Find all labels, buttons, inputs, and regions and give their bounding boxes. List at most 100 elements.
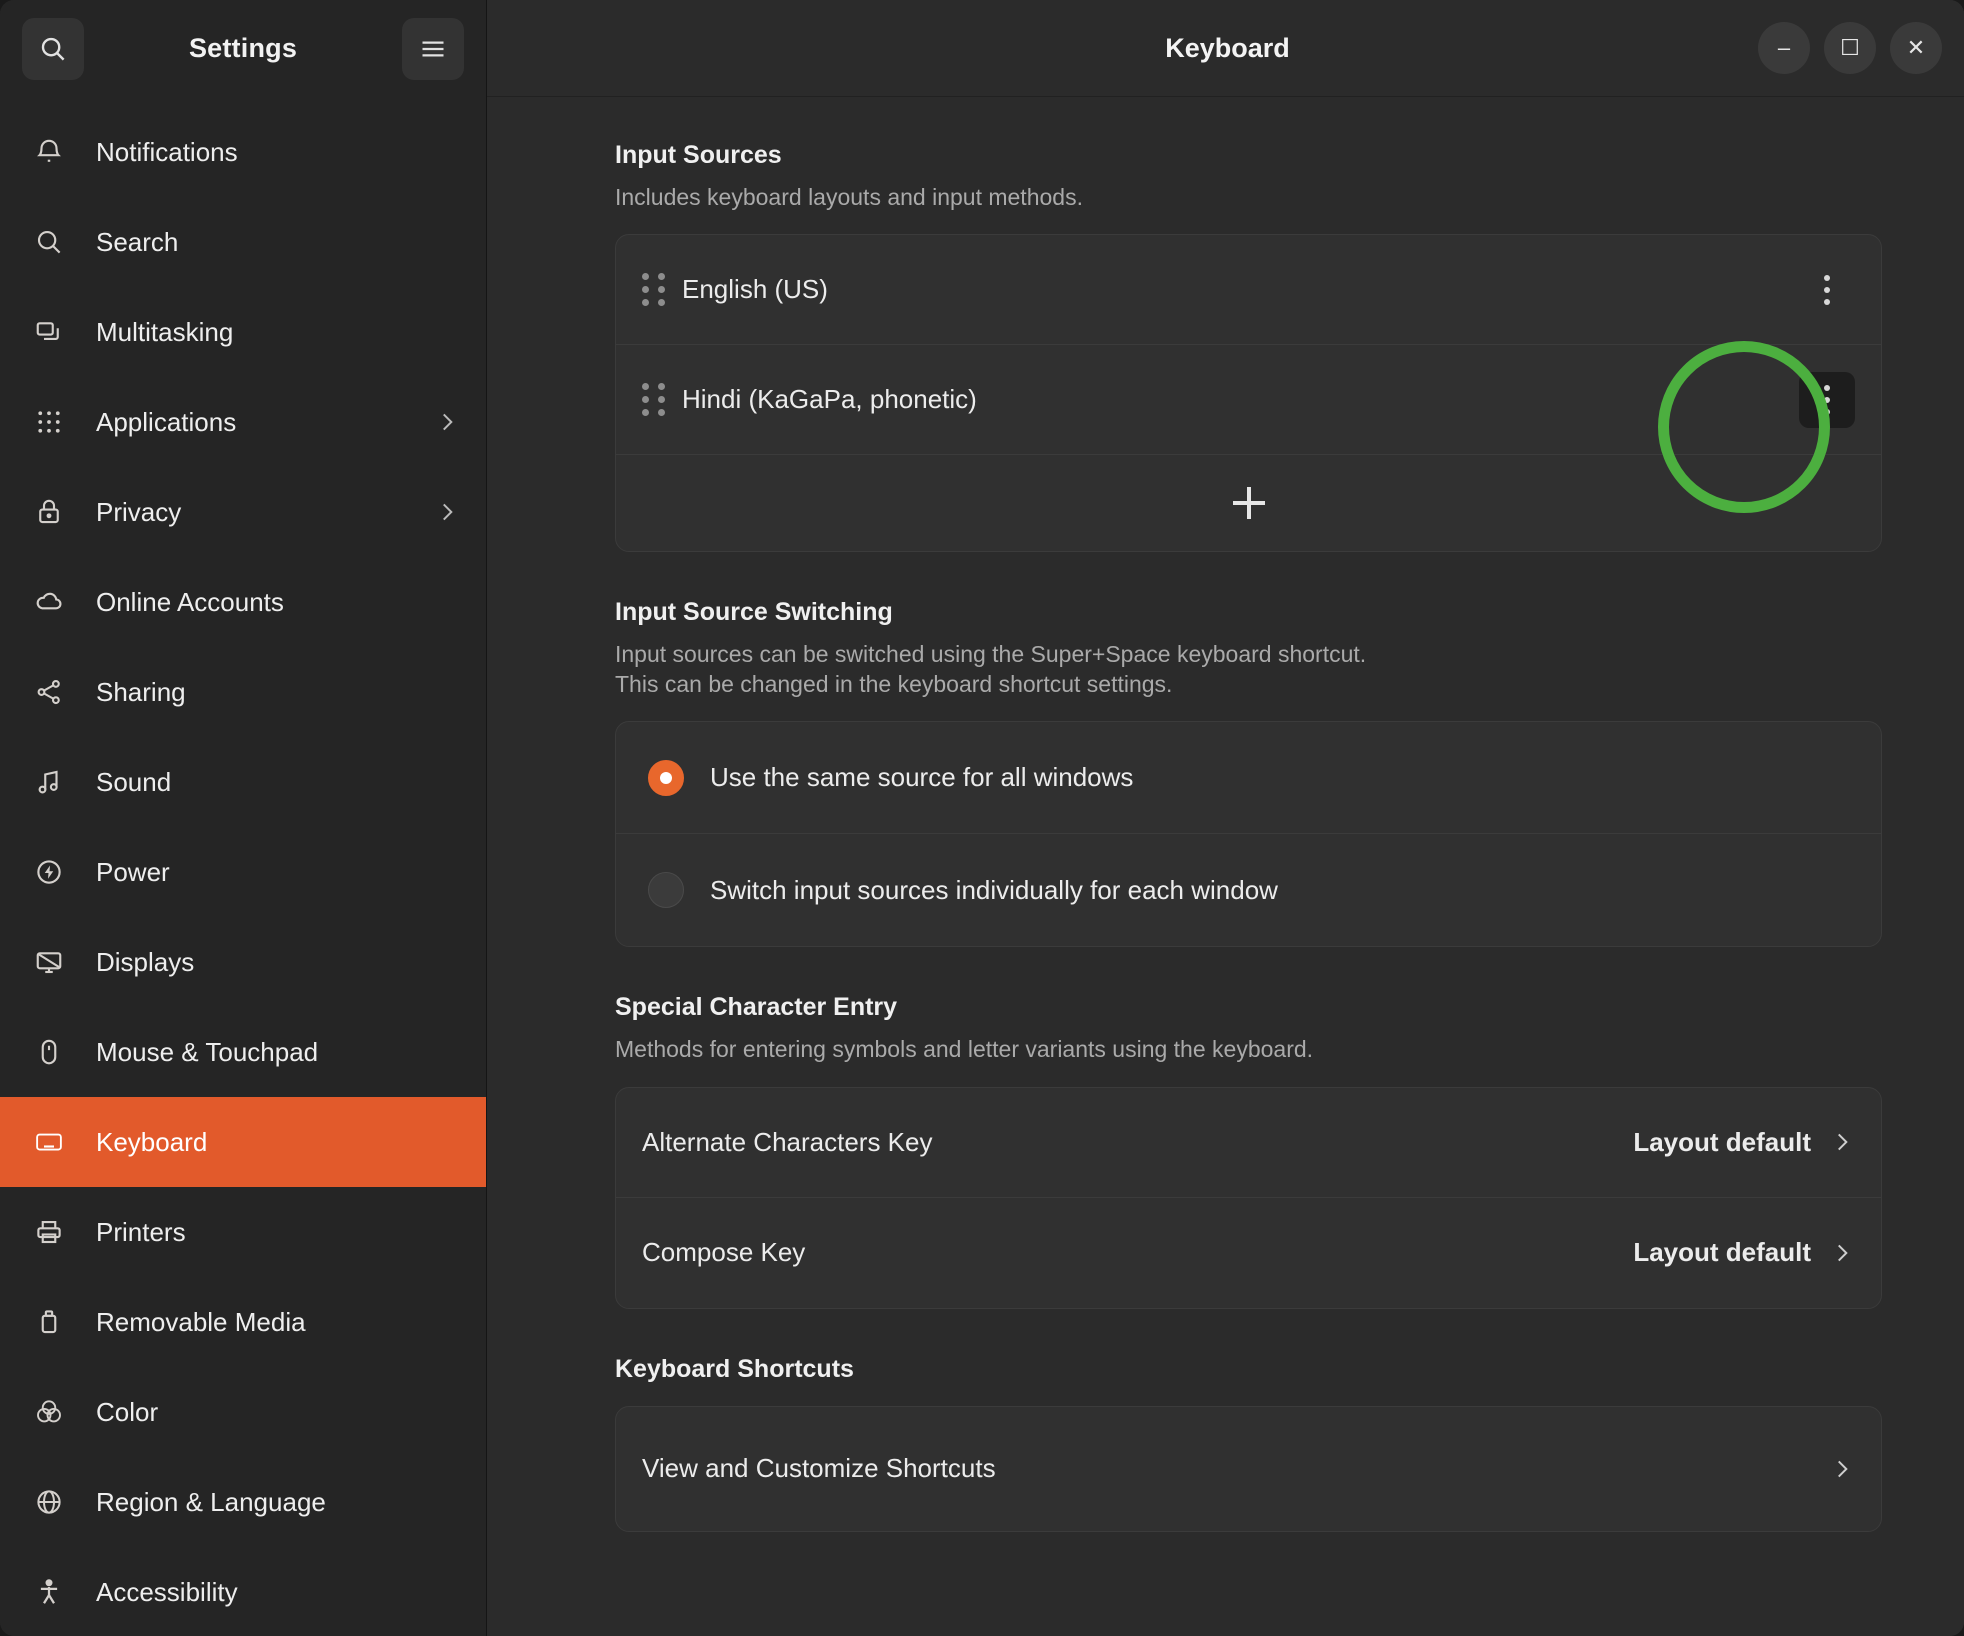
row-compose-key[interactable]: Compose Key Layout default bbox=[616, 1198, 1881, 1308]
windows-icon bbox=[26, 317, 72, 347]
sidebar-item-mouse-touchpad[interactable]: Mouse & Touchpad bbox=[0, 1007, 486, 1097]
sidebar-item-label: Printers bbox=[96, 1216, 186, 1247]
sidebar-item-color[interactable]: Color bbox=[0, 1367, 486, 1457]
sidebar-item-removable-media[interactable]: Removable Media bbox=[0, 1277, 486, 1367]
radio-label: Switch input sources individually for ea… bbox=[710, 874, 1278, 905]
input-source-label: English (US) bbox=[682, 274, 828, 305]
settings-content: Input Sources Includes keyboard layouts … bbox=[487, 97, 1964, 1636]
keyboard-icon bbox=[26, 1127, 72, 1157]
sidebar-item-printers[interactable]: Printers bbox=[0, 1187, 486, 1277]
color-wheel-icon bbox=[26, 1397, 72, 1427]
row-view-customize-shortcuts[interactable]: View and Customize Shortcuts bbox=[616, 1407, 1881, 1531]
page-title: Keyboard bbox=[1165, 32, 1290, 63]
drag-handle-icon[interactable] bbox=[642, 382, 668, 417]
sidebar-item-label: Search bbox=[96, 226, 179, 257]
special-character-entry-card: Alternate Characters Key Layout default … bbox=[615, 1086, 1882, 1309]
sidebar-item-accessibility[interactable]: Accessibility bbox=[0, 1547, 486, 1636]
section-description: Input sources can be switched using the … bbox=[615, 640, 1882, 699]
setting-label: Alternate Characters Key bbox=[642, 1126, 933, 1157]
sidebar-item-multitasking[interactable]: Multitasking bbox=[0, 287, 486, 377]
sidebar-item-label: Privacy bbox=[96, 496, 182, 527]
share-icon bbox=[26, 677, 72, 707]
sidebar-item-sharing[interactable]: Sharing bbox=[0, 647, 486, 737]
sidebar-item-label: Removable Media bbox=[96, 1306, 306, 1337]
main-pane: Keyboard – ☐ ✕ Input Sources Includes ke… bbox=[487, 0, 1964, 1636]
window-controls: – ☐ ✕ bbox=[1758, 22, 1942, 74]
sidebar-item-keyboard[interactable]: Keyboard bbox=[0, 1097, 486, 1187]
grid-dots-icon bbox=[26, 407, 72, 437]
setting-value: Layout default bbox=[1633, 1126, 1811, 1157]
section-keyboard-shortcuts: Keyboard Shortcuts View and Customize Sh… bbox=[615, 1355, 1882, 1532]
sidebar-header: Settings bbox=[0, 0, 486, 97]
sidebar-item-region-language[interactable]: Region & Language bbox=[0, 1457, 486, 1547]
radio-row-per-window[interactable]: Switch input sources individually for ea… bbox=[616, 834, 1881, 946]
globe-icon bbox=[26, 1487, 72, 1517]
sidebar: Settings Notifications Search Multitaski… bbox=[0, 0, 487, 1636]
sidebar-item-applications[interactable]: Applications bbox=[0, 377, 486, 467]
bell-icon bbox=[26, 137, 72, 167]
maximize-icon: ☐ bbox=[1840, 35, 1860, 60]
sidebar-item-label: Notifications bbox=[96, 136, 238, 167]
radio-button-per-window[interactable] bbox=[648, 872, 684, 909]
chevron-right-icon bbox=[434, 499, 460, 525]
sidebar-item-power[interactable]: Power bbox=[0, 827, 486, 917]
sidebar-item-label: Keyboard bbox=[96, 1126, 208, 1157]
hamburger-icon bbox=[419, 35, 447, 63]
printer-icon bbox=[26, 1217, 72, 1247]
input-sources-card: English (US) Hindi (KaGaPa, phonetic) bbox=[615, 234, 1882, 553]
mouse-icon bbox=[26, 1037, 72, 1067]
keyboard-shortcuts-card: View and Customize Shortcuts bbox=[615, 1405, 1882, 1532]
minimize-button[interactable]: – bbox=[1758, 22, 1810, 74]
sidebar-item-label: Accessibility bbox=[96, 1576, 238, 1607]
maximize-button[interactable]: ☐ bbox=[1824, 22, 1876, 74]
sidebar-item-label: Sharing bbox=[96, 676, 186, 707]
radio-row-same-source[interactable]: Use the same source for all windows bbox=[616, 722, 1881, 835]
music-note-icon bbox=[26, 767, 72, 797]
cloud-icon bbox=[26, 587, 72, 617]
kebab-menu-button-english[interactable] bbox=[1799, 262, 1855, 318]
search-button[interactable] bbox=[22, 17, 84, 80]
input-source-label: Hindi (KaGaPa, phonetic) bbox=[682, 384, 977, 415]
app-title: Settings bbox=[188, 33, 298, 63]
sidebar-item-label: Displays bbox=[96, 946, 195, 977]
add-input-source-button[interactable] bbox=[616, 455, 1881, 551]
section-description: Includes keyboard layouts and input meth… bbox=[615, 184, 1083, 210]
sidebar-item-list: Notifications Search Multitasking Applic… bbox=[0, 97, 486, 1636]
input-source-row-english[interactable]: English (US) bbox=[616, 235, 1881, 346]
monitor-icon bbox=[26, 947, 72, 977]
close-button[interactable]: ✕ bbox=[1890, 22, 1942, 74]
sidebar-item-notifications[interactable]: Notifications bbox=[0, 107, 486, 197]
chevron-right-icon bbox=[1829, 1456, 1855, 1482]
power-bolt-icon bbox=[26, 857, 72, 887]
search-icon bbox=[26, 227, 72, 257]
sidebar-item-sound[interactable]: Sound bbox=[0, 737, 486, 827]
chevron-right-icon bbox=[1829, 1129, 1855, 1155]
radio-label: Use the same source for all windows bbox=[710, 762, 1134, 793]
lock-icon bbox=[26, 497, 72, 527]
section-description-line2: This can be changed in the keyboard shor… bbox=[615, 670, 1173, 697]
section-title: Special Character Entry bbox=[615, 993, 898, 1022]
input-source-row-hindi[interactable]: Hindi (KaGaPa, phonetic) bbox=[616, 345, 1881, 456]
setting-label: Compose Key bbox=[642, 1237, 806, 1268]
section-description: Methods for entering symbols and letter … bbox=[615, 1036, 1314, 1063]
sidebar-item-search[interactable]: Search bbox=[0, 197, 486, 287]
radio-button-same-source[interactable] bbox=[648, 759, 684, 796]
section-input-sources: Input Sources Includes keyboard layouts … bbox=[615, 141, 1882, 553]
main-menu-button[interactable] bbox=[402, 17, 464, 80]
section-title: Input Sources bbox=[615, 141, 782, 169]
kebab-menu-button-hindi[interactable] bbox=[1799, 371, 1855, 428]
chevron-right-icon bbox=[1829, 1240, 1855, 1266]
section-special-character-entry: Special Character Entry Methods for ente… bbox=[615, 993, 1882, 1309]
section-title: Keyboard Shortcuts bbox=[615, 1354, 854, 1383]
row-alternate-characters-key[interactable]: Alternate Characters Key Layout default bbox=[616, 1088, 1881, 1198]
sidebar-item-privacy[interactable]: Privacy bbox=[0, 467, 486, 557]
chevron-right-icon bbox=[434, 409, 460, 435]
setting-label: View and Customize Shortcuts bbox=[642, 1453, 996, 1484]
search-icon bbox=[38, 34, 68, 64]
settings-window: Settings Notifications Search Multitaski… bbox=[0, 0, 1964, 1636]
sidebar-item-displays[interactable]: Displays bbox=[0, 917, 486, 1007]
setting-value: Layout default bbox=[1633, 1237, 1811, 1268]
sidebar-item-online-accounts[interactable]: Online Accounts bbox=[0, 557, 486, 647]
close-icon: ✕ bbox=[1906, 35, 1926, 60]
drag-handle-icon[interactable] bbox=[642, 272, 668, 307]
